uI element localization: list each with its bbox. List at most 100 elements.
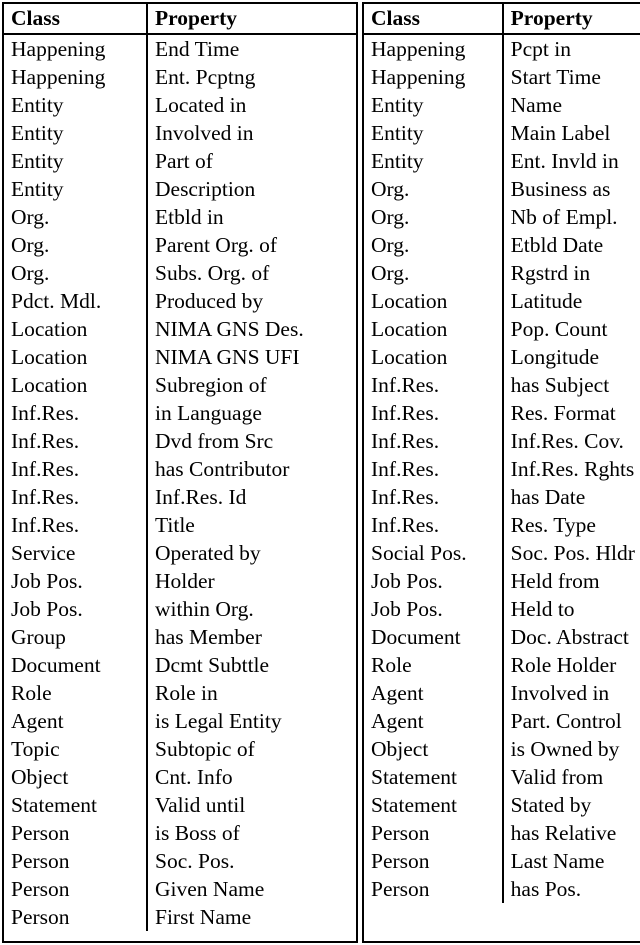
cell-property: Stated by — [510, 793, 592, 817]
cell-property: has Member — [155, 625, 262, 649]
table-row: Happening Pcpt in — [364, 34, 640, 63]
table-row: Person Last Name — [364, 847, 640, 875]
cell-class: Statement — [4, 791, 148, 819]
table-row: Person Soc. Pos. — [4, 847, 356, 875]
cell-class: Inf.Res. — [364, 427, 504, 455]
cell-class: Location — [364, 287, 504, 315]
cell-class: Entity — [4, 175, 148, 203]
table-row: Role Role in — [4, 679, 356, 707]
table-row: Inf.Res. has Contributor — [4, 455, 356, 483]
table-row: Inf.Res. Res. Format — [364, 399, 640, 427]
table-row: Document Doc. Abstract — [364, 623, 640, 651]
cell-property: Role Holder — [510, 653, 617, 677]
cell-property: Ent. Pcptng — [155, 65, 256, 89]
cell-class: Job Pos. — [364, 567, 504, 595]
class-property-table-left: Class Property Happening End Time Happenin… — [4, 4, 356, 931]
table-row: Document Dcmt Subttle — [4, 651, 356, 679]
cell-class: Group — [4, 623, 148, 651]
cell-class: Happening — [4, 34, 148, 63]
table-row: Inf.Res. has Date — [364, 483, 640, 511]
subtable-right: Class Property Happening Pcpt in Happening… — [362, 2, 640, 943]
cell-class: Job Pos. — [364, 595, 504, 623]
table-row: Location Subregion of — [4, 371, 356, 399]
table-row: Entity Name — [364, 91, 640, 119]
cell-class: Inf.Res. — [364, 371, 504, 399]
table-row: Entity Description — [4, 175, 356, 203]
cell-property: Latitude — [510, 289, 583, 313]
cell-class: Agent — [364, 679, 504, 707]
table-row: Group has Member — [4, 623, 356, 651]
cell-class: Entity — [4, 91, 148, 119]
cell-class: Inf.Res. — [4, 511, 148, 539]
cell-property: Description — [155, 177, 256, 201]
cell-class: Pdct. Mdl. — [4, 287, 148, 315]
cell-property: Involved in — [510, 681, 610, 705]
table-row: Inf.Res. Dvd from Src — [4, 427, 356, 455]
table-body-left: Happening End Time Happening Ent. Pcptng Ent… — [4, 34, 356, 931]
cell-class: Statement — [364, 791, 504, 819]
table-row: Org. Rgstrd in — [364, 259, 640, 287]
cell-class: Document — [4, 651, 148, 679]
table-row: Location Pop. Count — [364, 315, 640, 343]
table-row: Person First Name — [4, 903, 356, 931]
cell-class: Job Pos. — [4, 567, 148, 595]
cell-property: has Date — [510, 485, 586, 509]
table-row: Person is Boss of — [4, 819, 356, 847]
table-row: Inf.Res. Title — [4, 511, 356, 539]
cell-class: Inf.Res. — [364, 455, 504, 483]
table-row: Inf.Res. Inf.Res. Rghts — [364, 455, 640, 483]
cell-class: Person — [4, 903, 148, 931]
cell-class: Location — [4, 371, 148, 399]
cell-property: End Time — [155, 37, 240, 61]
table-row: Location Latitude — [364, 287, 640, 315]
cell-property: in Language — [155, 401, 262, 425]
cell-class: Org. — [4, 259, 148, 287]
cell-property: Subtopic of — [155, 737, 255, 761]
cell-class: Org. — [4, 231, 148, 259]
table-row: Social Pos. Soc. Pos. Hldr — [364, 539, 640, 567]
cell-property: Inf.Res. Id — [155, 485, 247, 509]
table-row: Object Cnt. Info — [4, 763, 356, 791]
cell-property: is Owned by — [510, 737, 620, 761]
column-header-class: Class — [4, 4, 148, 35]
cell-property: Dcmt Subttle — [155, 653, 270, 677]
cell-class: Person — [4, 875, 148, 903]
cell-property: Dvd from Src — [155, 429, 274, 453]
cell-class: Object — [364, 735, 504, 763]
cell-class: Inf.Res. — [364, 511, 504, 539]
cell-class: Person — [364, 875, 504, 903]
table-header-left: Class Property — [4, 4, 356, 35]
column-header-property: Property — [147, 4, 356, 35]
cell-class: Entity — [364, 91, 504, 119]
table-row: Statement Valid until — [4, 791, 356, 819]
table-row: Location NIMA GNS Des. — [4, 315, 356, 343]
cell-property: Business as — [510, 177, 611, 201]
table-row: Happening Start Time — [364, 63, 640, 91]
cell-class: Role — [4, 679, 148, 707]
cell-class: Entity — [4, 119, 148, 147]
cell-class: Social Pos. — [364, 539, 504, 567]
cell-property: Etbld in — [155, 205, 224, 229]
cell-class: Inf.Res. — [364, 399, 504, 427]
cell-class: Location — [4, 343, 148, 371]
cell-property: First Name — [155, 905, 252, 929]
table-row: Person Given Name — [4, 875, 356, 903]
cell-class: Location — [4, 315, 148, 343]
table-row: Org. Subs. Org. of — [4, 259, 356, 287]
cell-property: Cnt. Info — [155, 765, 233, 789]
header-row: Class Property — [364, 4, 640, 35]
cell-class: Org. — [364, 175, 504, 203]
table-row: Happening Ent. Pcptng — [4, 63, 356, 91]
cell-property: Rgstrd in — [510, 261, 591, 285]
cell-class: Location — [364, 315, 504, 343]
table-row: Job Pos. Held from — [364, 567, 640, 595]
table-row: Org. Business as — [364, 175, 640, 203]
table-body-right: Happening Pcpt in Happening Start Time Entit… — [364, 34, 640, 931]
cell-property: has Contributor — [155, 457, 290, 481]
cell-class: Entity — [4, 147, 148, 175]
table-figure: Class Property Happening End Time Happenin… — [0, 0, 640, 945]
cell-class: Inf.Res. — [4, 455, 148, 483]
cell-property: Part of — [155, 149, 213, 173]
table-row: Agent is Legal Entity — [4, 707, 356, 735]
cell-property: Involved in — [155, 121, 254, 145]
